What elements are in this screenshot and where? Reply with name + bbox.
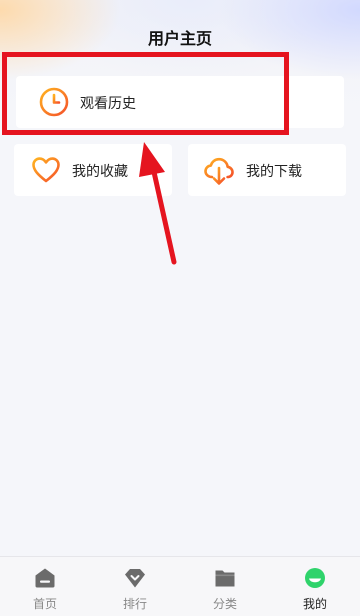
downloads-card[interactable]: 我的下载 [188,144,346,196]
heart-icon [31,156,61,188]
favorites-label: 我的收藏 [72,164,128,180]
downloads-label: 我的下载 [246,164,302,180]
nav-item-mine[interactable]: 我的 [270,557,360,616]
nav-item-category[interactable]: 分类 [180,557,270,616]
folder-icon [214,567,236,589]
nav-label-mine: 我的 [302,597,327,611]
ranking-icon [124,567,146,589]
page-title: 用户主页 [147,29,212,48]
cloud-download-icon [203,155,235,191]
favorites-card[interactable]: 我的收藏 [14,144,172,196]
home-icon [34,567,56,589]
watch-history-label: 观看历史 [80,96,136,112]
bottom-nav: 首页 排行 分类 我的 [0,556,360,616]
nav-label-home: 首页 [32,597,57,611]
nav-label-ranking: 排行 [122,597,147,611]
nav-item-ranking[interactable]: 排行 [90,557,180,616]
nav-item-home[interactable]: 首页 [0,557,90,616]
watch-history-card[interactable]: 观看历史 [16,76,344,128]
profile-face-icon [304,567,326,589]
nav-label-category: 分类 [212,597,237,611]
clock-icon [39,87,69,121]
